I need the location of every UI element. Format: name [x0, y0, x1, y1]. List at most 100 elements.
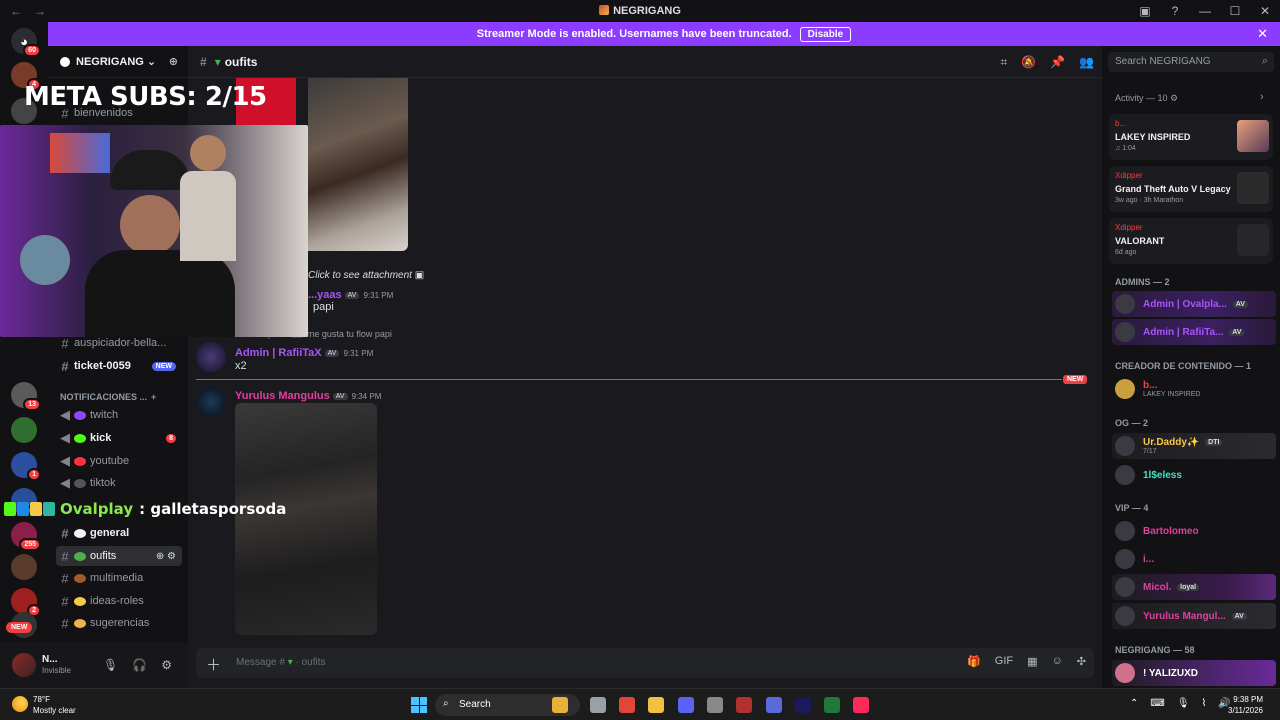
channel-tiktok[interactable]: ◀ tiktok	[56, 473, 182, 493]
activity-header[interactable]: Activity — 10 ⚙	[1115, 93, 1178, 104]
user-avatar[interactable]	[12, 653, 36, 677]
sticker-icon[interactable]: ▦	[1027, 655, 1037, 668]
message-author[interactable]: ...yaas	[308, 289, 342, 301]
member-item[interactable]: ! YALIZUXD	[1112, 660, 1276, 686]
member-item[interactable]: b... LAKEY INSPIRED	[1112, 376, 1276, 402]
channel-general[interactable]: # general	[56, 523, 182, 543]
member-item[interactable]: 1l$eless	[1112, 462, 1276, 488]
v-app-icon[interactable]	[766, 697, 782, 713]
tiktok-icon[interactable]	[853, 697, 869, 713]
member-item[interactable]: Admin | Ovalpla... AV	[1112, 291, 1276, 317]
discord-icon[interactable]	[678, 697, 694, 713]
microphone-icon[interactable]: 🎙	[1177, 698, 1190, 709]
home-badge: 60	[23, 44, 41, 57]
channel-youtube[interactable]: ◀ youtube	[56, 451, 182, 471]
back-arrow-icon[interactable]: ←	[10, 4, 24, 18]
author-avatar[interactable]	[196, 387, 226, 417]
add-attachment-icon[interactable]: ＋	[206, 654, 221, 675]
keyboard-icon[interactable]: ⌨	[1150, 698, 1164, 709]
server-badge: 255	[19, 538, 41, 551]
weather-moon-icon[interactable]	[12, 696, 28, 712]
copilot-icon[interactable]	[552, 697, 568, 713]
excel-icon[interactable]	[824, 697, 840, 713]
forward-arrow-icon[interactable]: →	[34, 4, 48, 18]
server-icon-3[interactable]	[11, 417, 37, 443]
member-item[interactable]: Bartolomeo	[1112, 518, 1276, 544]
server-icon-4[interactable]: 1	[11, 452, 41, 481]
invite-icon[interactable]: ⊕ ⚙	[156, 551, 176, 562]
inbox-icon[interactable]: ▣	[1130, 4, 1160, 18]
activity-card[interactable]: Xdipper Grand Theft Auto V Legacy 3w ago ·…	[1109, 166, 1273, 212]
weather-widget[interactable]: 78°F Mostly clear	[33, 694, 76, 716]
chevron-up-icon[interactable]: ⌃	[1130, 698, 1138, 709]
server-icon-2[interactable]: 13	[11, 382, 41, 411]
chevron-right-icon[interactable]: ›	[1260, 91, 1264, 103]
member-list-icon[interactable]: 👥	[1079, 55, 1094, 70]
channel-oufits[interactable]: # oufits ⊕ ⚙	[56, 546, 182, 566]
threads-icon[interactable]: ⌗	[1000, 55, 1007, 70]
windows-start-icon[interactable]	[411, 697, 427, 713]
server-icon-8[interactable]: 2	[11, 588, 41, 617]
folder-icon[interactable]	[648, 697, 664, 713]
member-item[interactable]: i...	[1112, 546, 1276, 572]
file-explorer-taskview-icon[interactable]	[590, 697, 606, 713]
gif-icon[interactable]: GIF	[995, 655, 1013, 668]
member-item[interactable]: Admin | RafiiTa... AV	[1112, 319, 1276, 345]
close-banner-icon[interactable]: ✕	[1257, 26, 1268, 42]
wifi-icon[interactable]: ⌇	[1202, 698, 1207, 709]
chrome-icon[interactable]	[619, 697, 635, 713]
add-channel-icon[interactable]: +	[151, 392, 156, 402]
headphones-icon[interactable]: 🎧	[132, 658, 147, 672]
search-icon: ⌕	[1261, 55, 1268, 67]
message-text-1: papi	[313, 301, 334, 313]
image-icon: ▣	[414, 270, 425, 281]
message-author[interactable]: Admin | RafiiTaX	[235, 347, 322, 359]
activity-card[interactable]: Xdipper VALORANT 6d ago	[1109, 218, 1273, 264]
search-input[interactable]: Search NEGRIGANG ⌕	[1108, 52, 1274, 72]
close-window-button[interactable]: ✕	[1250, 4, 1280, 18]
emoji-icon[interactable]: ☺	[1052, 655, 1063, 668]
author-avatar[interactable]	[196, 342, 226, 372]
disable-streamer-mode-button[interactable]: Disable	[799, 26, 852, 42]
member-group-header: VIP — 4	[1115, 503, 1149, 513]
invite-people-icon[interactable]: ⊕	[169, 55, 178, 68]
premiere-icon[interactable]	[795, 697, 811, 713]
pin-icon[interactable]: 📌	[1050, 55, 1065, 70]
home-discord-icon[interactable]: ◕ 60	[11, 28, 41, 57]
member-item[interactable]: Ur.Daddy✨ DTI 7/17	[1112, 433, 1276, 459]
attachment-image[interactable]	[308, 78, 408, 251]
new-unread-badge[interactable]: NEW	[6, 622, 33, 633]
clock[interactable]: 9:38 PM 3/11/2026	[1228, 694, 1263, 716]
channel-sugerencias[interactable]: # sugerencias	[56, 613, 182, 633]
channel-twitch[interactable]: ◀ twitch	[56, 405, 182, 425]
category-notificaciones[interactable]: NOTIFICACIONES ... +	[60, 392, 156, 402]
gift-icon[interactable]: 🎁	[967, 655, 981, 668]
apps-icon[interactable]: ✣	[1077, 655, 1086, 668]
server-icon-7[interactable]	[11, 554, 37, 580]
settings-app-icon[interactable]	[707, 697, 723, 713]
av-tag: AV	[332, 393, 348, 400]
server-header[interactable]: NEGRIGANG ⌄ ⊕	[48, 46, 188, 78]
server-icon-6[interactable]: 255	[11, 522, 41, 551]
video-attachment[interactable]	[235, 403, 377, 635]
channel-ideas-roles[interactable]: # ideas-roles	[56, 591, 182, 611]
help-icon[interactable]: ?	[1160, 4, 1190, 18]
vpn-app-icon[interactable]	[736, 697, 752, 713]
notification-bell-icon[interactable]: 🔕	[1021, 55, 1036, 70]
member-item[interactable]: Micol. loyal	[1112, 574, 1276, 600]
microphone-icon[interactable]: 🎙	[103, 658, 118, 672]
gear-icon[interactable]: ⚙	[161, 658, 172, 672]
second-person-shirt	[180, 171, 236, 261]
member-item[interactable]: Yurulus Mangul... AV	[1112, 603, 1276, 629]
channel-ticket[interactable]: # ticket-0059 NEW	[56, 356, 182, 376]
channel-kick[interactable]: ◀ kick 8	[56, 428, 182, 448]
message-composer[interactable]: ＋ Message # ▾ · oufits 🎁 GIF ▦ ☺ ✣	[196, 648, 1094, 678]
attachment-hint[interactable]: Click to see attachment ▣	[308, 270, 424, 281]
activity-card[interactable]: b... LAKEY INSPIRED ♫ 1:04	[1109, 114, 1273, 160]
new-badge: NEW	[151, 361, 176, 371]
message-author[interactable]: Yurulus Mangulus	[235, 390, 330, 402]
minimize-button[interactable]: —	[1190, 4, 1220, 18]
hash-icon: #	[61, 615, 69, 631]
maximize-button[interactable]: ☐	[1220, 4, 1250, 18]
channel-multimedia[interactable]: # multimedia	[56, 568, 182, 588]
